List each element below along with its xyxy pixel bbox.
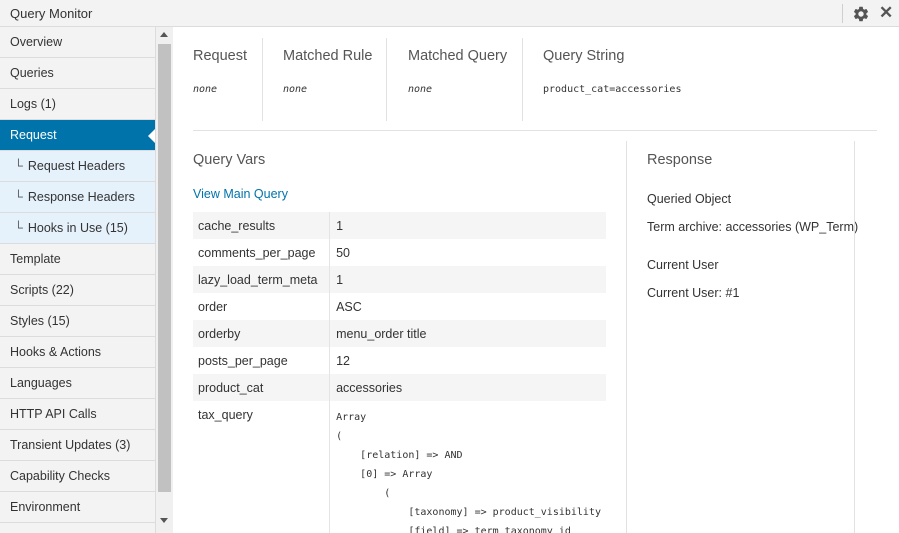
query-var-value: 1 <box>329 212 606 239</box>
scroll-thumb[interactable] <box>158 44 171 492</box>
sidebar-item-queries[interactable]: Queries <box>0 58 155 89</box>
scroll-up-arrow-icon[interactable] <box>160 32 168 37</box>
sidebar-item-label: Capability Checks <box>10 469 111 483</box>
query-string-title: Query String <box>543 48 625 64</box>
section-divider <box>193 130 877 131</box>
tree-branch-icon: └ <box>14 221 23 235</box>
sidebar-item-logs[interactable]: Logs (1) <box>0 89 155 120</box>
sidebar-item-label: Hooks & Actions <box>10 345 102 359</box>
view-main-query-link[interactable]: View Main Query <box>193 187 288 201</box>
query-var-value: 1 <box>329 266 606 293</box>
query-var-key: order <box>193 293 331 320</box>
sidebar-item-capability-checks[interactable]: Capability Checks <box>0 461 155 492</box>
current-user-value: Current User: #1 <box>647 286 740 300</box>
sidebar-item-scripts[interactable]: Scripts (22) <box>0 275 155 306</box>
query-var-value: accessories <box>329 374 606 401</box>
column-divider <box>626 141 627 533</box>
table-row: product_cat accessories <box>193 374 606 401</box>
query-var-key: comments_per_page <box>193 239 331 266</box>
sidebar-item-label: Scripts (22) <box>10 283 74 297</box>
sidebar-item-hooks-in-use[interactable]: └ Hooks in Use (15) <box>0 213 155 244</box>
column-divider <box>262 38 263 121</box>
matched-query-title: Matched Query <box>408 48 508 64</box>
sidebar-item-transient-updates[interactable]: Transient Updates (3) <box>0 430 155 461</box>
request-column-value: none <box>193 84 218 95</box>
table-row: cache_results 1 <box>193 212 606 239</box>
column-divider <box>522 38 523 121</box>
sidebar-item-label: HTTP API Calls <box>10 407 97 421</box>
sidebar-item-response-headers[interactable]: └ Response Headers <box>0 182 155 213</box>
sidebar-item-label: Queries <box>10 66 54 80</box>
query-var-key: product_cat <box>193 374 331 401</box>
scroll-down-arrow-icon[interactable] <box>160 518 168 523</box>
matched-rule-value: none <box>283 84 308 95</box>
sidebar-item-environment[interactable]: Environment <box>0 492 155 523</box>
table-row: posts_per_page 12 <box>193 347 606 374</box>
tax-query-array-value: Array ( [relation] => AND [0] => Array (… <box>336 412 601 533</box>
sidebar-item-label: Hooks in Use (15) <box>27 221 128 235</box>
table-row: lazy_load_term_meta 1 <box>193 266 606 293</box>
query-string-value: product_cat=accessories <box>543 84 682 95</box>
queried-object-value: Term archive: accessories (WP_Term) <box>647 220 859 234</box>
query-var-value: ASC <box>336 299 362 314</box>
query-var-value: 50 <box>336 245 350 260</box>
sidebar-item-label: Logs (1) <box>10 97 56 111</box>
response-title: Response <box>647 152 713 168</box>
query-var-value: menu_order title <box>329 320 606 347</box>
table-row: orderby menu_order title <box>193 320 606 347</box>
sidebar-scrollbar[interactable] <box>156 27 173 533</box>
query-var-key: orderby <box>193 320 331 347</box>
request-panel: Request none Matched Rule none Matched Q… <box>173 27 899 533</box>
matched-query-value: none <box>408 84 433 95</box>
sidebar-item-label: Response Headers <box>27 190 135 204</box>
sidebar-item-hooks-actions[interactable]: Hooks & Actions <box>0 337 155 368</box>
sidebar-item-label: Transient Updates (3) <box>10 438 131 452</box>
sidebar-item-http-api-calls[interactable]: HTTP API Calls <box>0 399 155 430</box>
sidebar-item-label: Environment <box>10 500 81 514</box>
table-row: order ASC <box>193 293 606 320</box>
title-bar-divider <box>842 4 843 23</box>
close-icon[interactable]: ✕ <box>879 3 893 23</box>
query-vars-table: cache_results 1 comments_per_page 50 lazy_… <box>193 212 606 533</box>
column-divider <box>386 38 387 121</box>
query-var-key: tax_query <box>193 401 331 533</box>
sidebar-item-overview[interactable]: Overview <box>0 27 155 58</box>
sidebar-item-template[interactable]: Template <box>0 244 155 275</box>
sidebar-nav: Overview Queries Logs (1) Request └ Reque… <box>0 27 156 533</box>
query-vars-title: Query Vars <box>193 152 266 168</box>
sidebar-item-label: Request <box>10 128 57 142</box>
sidebar-item-request-headers[interactable]: └ Request Headers <box>0 151 155 182</box>
request-column-title: Request <box>193 48 248 64</box>
column-divider <box>854 141 855 533</box>
queried-object-label: Queried Object <box>647 192 732 206</box>
sidebar-item-label: Overview <box>10 35 63 49</box>
query-var-value: 12 <box>336 353 350 368</box>
sidebar-item-languages[interactable]: Languages <box>0 368 155 399</box>
tree-branch-icon: └ <box>14 190 23 204</box>
gear-icon[interactable] <box>852 5 870 23</box>
app-title: Query Monitor <box>10 6 93 21</box>
tree-branch-icon: └ <box>14 159 23 173</box>
sidebar-item-label: Template <box>10 252 61 266</box>
title-bar: Query Monitor ✕ <box>0 0 899 27</box>
query-var-key: cache_results <box>193 212 331 239</box>
sidebar-item-label: Request Headers <box>27 159 126 173</box>
sidebar-item-label: Styles (15) <box>10 314 70 328</box>
query-var-key: lazy_load_term_meta <box>193 266 331 293</box>
sidebar-item-label: Languages <box>10 376 72 390</box>
table-row: tax_query Array ( [relation] => AND [0] =… <box>193 401 606 533</box>
table-row: comments_per_page 50 <box>193 239 606 266</box>
matched-rule-title: Matched Rule <box>283 48 373 64</box>
current-user-label: Current User <box>647 258 719 272</box>
sidebar-item-request[interactable]: Request <box>0 120 155 151</box>
sidebar-item-styles[interactable]: Styles (15) <box>0 306 155 337</box>
query-var-key: posts_per_page <box>193 347 331 374</box>
